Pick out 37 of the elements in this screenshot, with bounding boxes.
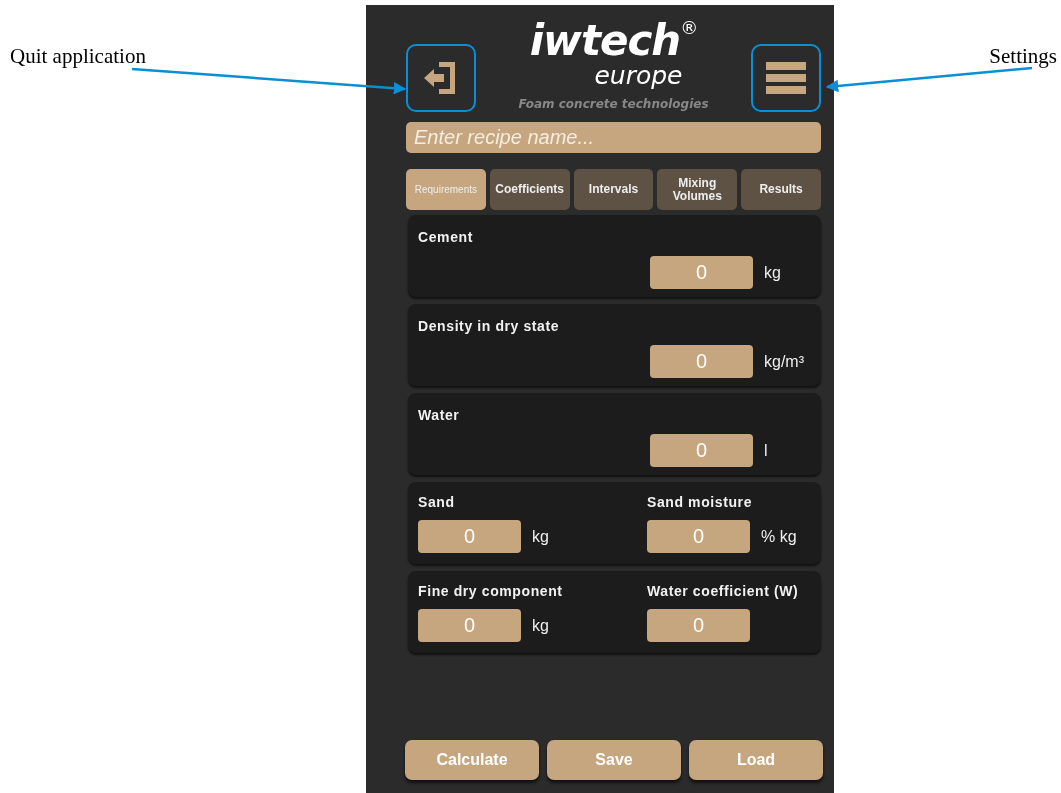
field-label: Sand <box>418 494 456 510</box>
logo-subtitle: europe <box>594 63 683 89</box>
action-button[interactable]: Calculate <box>405 740 539 780</box>
recipe-name-field[interactable]: Enter recipe name... <box>406 122 821 153</box>
unit-label: kg/m³ <box>764 352 804 371</box>
unit-label: kg <box>764 263 781 282</box>
number-field[interactable]: 0 <box>650 345 753 378</box>
field-label: Sand moisture <box>647 494 754 510</box>
unit-label: % kg <box>761 527 797 546</box>
field-label: Density in dry state <box>418 318 560 334</box>
unit-label: l <box>764 441 768 460</box>
number-field[interactable]: 0 <box>650 434 753 467</box>
number-field[interactable]: 0 <box>418 520 521 553</box>
logo: iwtech® <box>529 19 698 63</box>
number-field[interactable]: 0 <box>647 520 750 553</box>
tab[interactable]: Results <box>741 169 821 210</box>
menu-icon <box>766 60 806 96</box>
tab[interactable]: Requirements <box>406 169 486 210</box>
callout-label: Quit application <box>10 44 146 69</box>
tab[interactable]: Intervals <box>573 169 654 210</box>
field-label: Water <box>418 407 460 423</box>
field-label: Water coefficient (W) <box>647 583 800 599</box>
action-button[interactable]: Save <box>547 740 681 780</box>
tab[interactable]: Mixing Volumes <box>657 169 738 210</box>
number-field[interactable]: 0 <box>418 609 521 642</box>
field-label: Fine dry component <box>418 583 564 599</box>
number-field[interactable]: 0 <box>650 256 753 289</box>
tagline: Foam concrete technologies <box>518 97 709 111</box>
callout-label: Settings <box>989 44 1057 69</box>
unit-label: kg <box>532 616 549 635</box>
number-field[interactable]: 0 <box>647 609 750 642</box>
menu-button[interactable] <box>751 44 821 112</box>
action-button[interactable]: Load <box>689 740 823 780</box>
unit-label: kg <box>532 527 549 546</box>
field-label: Cement <box>418 229 473 245</box>
quit-button[interactable] <box>406 44 476 112</box>
tab[interactable]: Coefficients <box>489 169 570 210</box>
